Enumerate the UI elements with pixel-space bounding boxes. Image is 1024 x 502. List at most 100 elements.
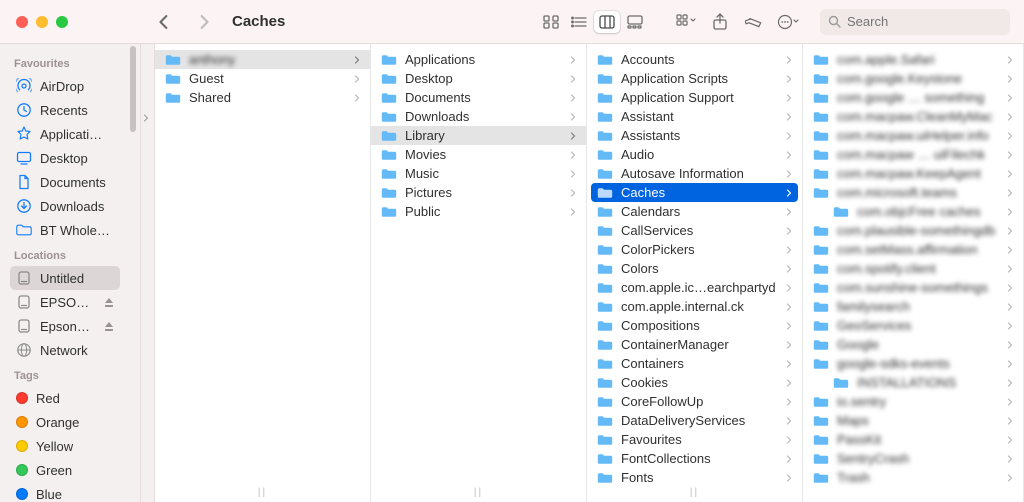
- zoom-window-button[interactable]: [56, 16, 68, 28]
- action-menu-button[interactable]: [774, 10, 802, 34]
- search-input[interactable]: [847, 14, 1002, 29]
- sidebar-item[interactable]: BT Whole…: [10, 218, 120, 242]
- eject-icon[interactable]: [104, 321, 114, 332]
- sidebar-item[interactable]: AirDrop: [10, 74, 120, 98]
- sidebar-item[interactable]: Blue: [10, 482, 120, 502]
- file-row[interactable]: Downloads: [371, 107, 586, 126]
- file-row[interactable]: com.apple.internal.ck: [587, 297, 802, 316]
- file-row[interactable]: CoreFollowUp: [587, 392, 802, 411]
- file-row[interactable]: Trash: [803, 468, 1023, 487]
- file-row[interactable]: DataDeliveryServices: [587, 411, 802, 430]
- eject-icon[interactable]: [104, 297, 114, 308]
- sidebar-item[interactable]: Documents: [10, 170, 120, 194]
- file-row[interactable]: Containers: [587, 354, 802, 373]
- file-row[interactable]: Library: [371, 126, 586, 145]
- column-resize-handle[interactable]: ||: [258, 487, 267, 498]
- sidebar-item[interactable]: EPSO…: [10, 290, 120, 314]
- file-row[interactable]: Desktop: [371, 69, 586, 88]
- close-window-button[interactable]: [16, 16, 28, 28]
- file-row[interactable]: ContainerManager: [587, 335, 802, 354]
- file-row[interactable]: anthony: [155, 50, 370, 69]
- column-2[interactable]: ApplicationsDesktopDocumentsDownloadsLib…: [371, 44, 587, 502]
- sidebar-collapse-handle[interactable]: [141, 44, 155, 502]
- sidebar-item[interactable]: Epson…: [10, 314, 120, 338]
- file-row[interactable]: com.setMass.affirmation: [803, 240, 1023, 259]
- file-row[interactable]: com.objcFree caches: [803, 202, 1023, 221]
- sidebar-item[interactable]: Downloads: [10, 194, 120, 218]
- sidebar-item[interactable]: Yellow: [10, 434, 120, 458]
- column-1[interactable]: anthonyGuestShared ||: [155, 44, 371, 502]
- sidebar-scrollbar[interactable]: [126, 44, 140, 502]
- sidebar-item[interactable]: Untitled: [10, 266, 120, 290]
- file-row[interactable]: Applications: [371, 50, 586, 69]
- file-row[interactable]: Google: [803, 335, 1023, 354]
- file-row[interactable]: com.apple.ic…earchpartyd: [587, 278, 802, 297]
- file-row[interactable]: Application Support: [587, 88, 802, 107]
- file-row[interactable]: Audio: [587, 145, 802, 164]
- file-row[interactable]: Caches: [591, 183, 798, 202]
- file-row[interactable]: io.sentry: [803, 392, 1023, 411]
- file-row[interactable]: com.google.Keystone: [803, 69, 1023, 88]
- file-row[interactable]: INSTALLATIONS: [803, 373, 1023, 392]
- file-row[interactable]: Assistant: [587, 107, 802, 126]
- sidebar-item[interactable]: Applicati…: [10, 122, 120, 146]
- forward-button[interactable]: [190, 10, 218, 34]
- file-row[interactable]: Colors: [587, 259, 802, 278]
- file-row[interactable]: com.macpaw.uiHelper.info: [803, 126, 1023, 145]
- file-row[interactable]: Assistants: [587, 126, 802, 145]
- sidebar-item[interactable]: Network: [10, 338, 120, 362]
- column-resize-handle[interactable]: ||: [690, 487, 699, 498]
- sidebar-scroll-thumb[interactable]: [130, 46, 136, 132]
- file-row[interactable]: Music: [371, 164, 586, 183]
- file-row[interactable]: com.macpaw … uiFilechk: [803, 145, 1023, 164]
- file-row[interactable]: Application Scripts: [587, 69, 802, 88]
- file-row[interactable]: FontCollections: [587, 449, 802, 468]
- file-row[interactable]: com.apple.Safari: [803, 50, 1023, 69]
- file-row[interactable]: familysearch: [803, 297, 1023, 316]
- file-row[interactable]: com.google … something: [803, 88, 1023, 107]
- sidebar-item[interactable]: Red: [10, 386, 120, 410]
- back-button[interactable]: [150, 10, 178, 34]
- file-row[interactable]: Compositions: [587, 316, 802, 335]
- file-row[interactable]: google-sdks-events: [803, 354, 1023, 373]
- file-row[interactable]: SentryCrash: [803, 449, 1023, 468]
- file-row[interactable]: com.macpaw.KeepAgent: [803, 164, 1023, 183]
- file-row[interactable]: com.macpaw.CleanMyMac: [803, 107, 1023, 126]
- view-list-button[interactable]: [566, 11, 592, 33]
- sidebar-item[interactable]: Orange: [10, 410, 120, 434]
- file-row[interactable]: Documents: [371, 88, 586, 107]
- sidebar-item[interactable]: Recents: [10, 98, 120, 122]
- file-row[interactable]: Maps: [803, 411, 1023, 430]
- file-row[interactable]: CallServices: [587, 221, 802, 240]
- file-row[interactable]: Fonts: [587, 468, 802, 487]
- file-row[interactable]: Cookies: [587, 373, 802, 392]
- share-button[interactable]: [706, 10, 734, 34]
- file-row[interactable]: ColorPickers: [587, 240, 802, 259]
- file-row[interactable]: Accounts: [587, 50, 802, 69]
- minimize-window-button[interactable]: [36, 16, 48, 28]
- group-by-button[interactable]: [672, 10, 700, 34]
- file-row[interactable]: Calendars: [587, 202, 802, 221]
- sidebar-item[interactable]: Desktop: [10, 146, 120, 170]
- file-row[interactable]: Guest: [155, 69, 370, 88]
- file-row[interactable]: Favourites: [587, 430, 802, 449]
- column-resize-handle[interactable]: ||: [474, 487, 483, 498]
- file-row[interactable]: Pictures: [371, 183, 586, 202]
- column-3[interactable]: AccountsApplication ScriptsApplication S…: [587, 44, 803, 502]
- file-row[interactable]: PassKit: [803, 430, 1023, 449]
- file-row[interactable]: com.sunshine-somethings: [803, 278, 1023, 297]
- file-row[interactable]: Shared: [155, 88, 370, 107]
- file-row[interactable]: com.spotify.client: [803, 259, 1023, 278]
- view-icons-button[interactable]: [538, 11, 564, 33]
- file-row[interactable]: com.plausible-somethingdb: [803, 221, 1023, 240]
- file-row[interactable]: com.microsoft.teams: [803, 183, 1023, 202]
- sidebar-item[interactable]: Green: [10, 458, 120, 482]
- view-gallery-button[interactable]: [622, 11, 648, 33]
- tags-button[interactable]: [740, 10, 768, 34]
- column-4[interactable]: com.apple.Safaricom.google.Keystonecom.g…: [803, 44, 1024, 502]
- file-row[interactable]: Public: [371, 202, 586, 221]
- view-columns-button[interactable]: [594, 11, 620, 33]
- file-row[interactable]: Movies: [371, 145, 586, 164]
- file-row[interactable]: Autosave Information: [587, 164, 802, 183]
- file-row[interactable]: GeoServices: [803, 316, 1023, 335]
